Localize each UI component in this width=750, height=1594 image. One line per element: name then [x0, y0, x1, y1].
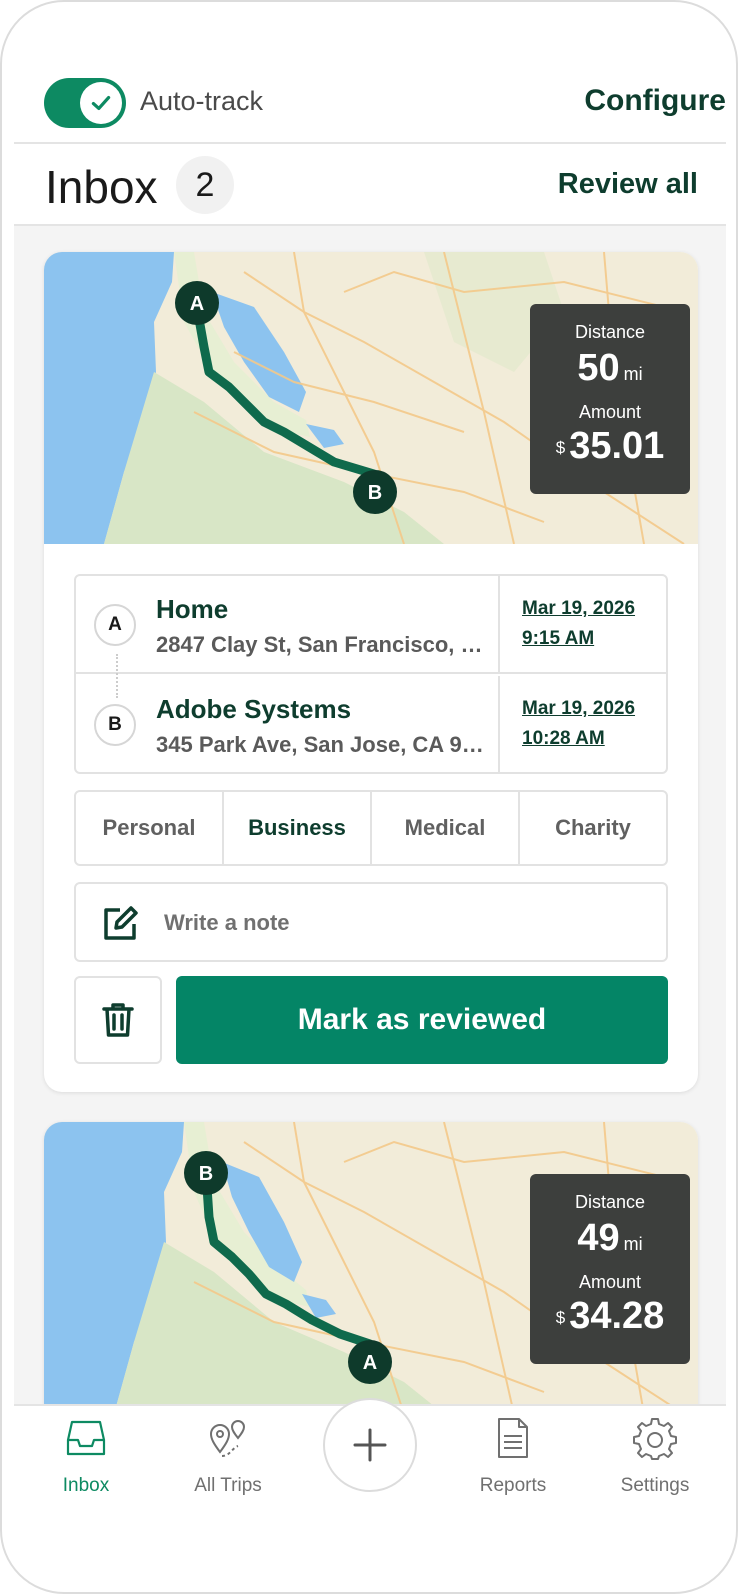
currency-symbol: $ [555, 1307, 566, 1327]
route-details: A Home 2847 Clay St, San Francisco, CA 9… [74, 574, 668, 774]
start-address: 2847 Clay St, San Francisco, CA 94115 [156, 632, 486, 657]
nav-reports-label: Reports [479, 1475, 547, 1496]
auto-track-label: Auto-track [140, 86, 264, 116]
trip-feed[interactable]: A B Distance 50 mi Amount $35.01 A Home 2… [14, 226, 726, 1404]
inbox-header: Inbox 2 Review all [14, 144, 726, 226]
distance-unit: mi [623, 1234, 643, 1254]
inbox-icon [66, 1420, 106, 1456]
nav-all-trips-label: All Trips [194, 1475, 262, 1496]
map-marker-top: B [199, 1163, 213, 1185]
distance-value: 50 mi [530, 347, 690, 390]
trash-icon [102, 1003, 134, 1037]
svg-text:B: B [368, 482, 382, 504]
start-time-link[interactable]: 9:15 AM [522, 628, 594, 650]
check-icon [91, 95, 111, 111]
route-end-row: B Adobe Systems 345 Park Ave, San Jose, … [76, 676, 666, 774]
trip-card: B A Distance 49 mi Amount $34.28 [44, 1122, 698, 1404]
nav-settings-label: Settings [620, 1475, 690, 1496]
distance-unit: mi [623, 364, 643, 384]
nav-settings[interactable]: Settings [600, 1416, 710, 1497]
plus-icon [353, 1428, 387, 1462]
app-screen: Auto-track Configure Inbox 2 Review all [14, 2, 726, 1592]
map-marker-bottom: A [363, 1352, 377, 1374]
document-icon [498, 1418, 528, 1458]
end-time-link[interactable]: 10:28 AM [522, 728, 605, 750]
end-address: 345 Park Ave, San Jose, CA 95110 [156, 732, 486, 757]
add-trip-button[interactable] [323, 1398, 417, 1492]
nav-all-trips[interactable]: All Trips [173, 1416, 283, 1497]
amount-label: Amount [578, 1272, 642, 1292]
start-marker: A [94, 604, 136, 646]
gear-icon [633, 1418, 677, 1460]
distance-value: 49 mi [530, 1217, 690, 1260]
amount-number: 34.28 [569, 1295, 665, 1337]
category-medical[interactable]: Medical [372, 792, 520, 864]
phone-frame: Auto-track Configure Inbox 2 Review all [0, 0, 738, 1594]
amount-label: Amount [578, 402, 642, 422]
trip-card: A B Distance 50 mi Amount $35.01 A Home 2… [44, 252, 698, 1092]
note-placeholder: Write a note [164, 910, 290, 935]
amount-number: 35.01 [569, 425, 665, 467]
end-place-name: Adobe Systems [156, 694, 352, 724]
start-date-link[interactable]: Mar 19, 2026 [522, 598, 635, 620]
category-business[interactable]: Business [224, 792, 372, 864]
distance-label: Distance [574, 322, 646, 342]
end-date-link[interactable]: Mar 19, 2026 [522, 698, 635, 720]
edit-note-icon [104, 906, 138, 940]
svg-text:A: A [190, 293, 204, 315]
route-start-row: A Home 2847 Clay St, San Francisco, CA 9… [76, 576, 666, 698]
inbox-count-badge: 2 [176, 156, 234, 214]
amount-value: $34.28 [530, 1295, 690, 1338]
note-field[interactable]: Write a note [74, 882, 668, 962]
distance-number: 49 [577, 1217, 620, 1259]
distance-number: 50 [577, 347, 620, 389]
start-place-name: Home [156, 594, 229, 624]
page-title: Inbox [45, 161, 158, 213]
start-datetime: Mar 19, 2026 9:15 AM [498, 576, 666, 674]
trip-stats-box: Distance 50 mi Amount $35.01 [530, 304, 690, 494]
toggle-knob [80, 82, 122, 124]
category-selector: Personal Business Medical Charity [74, 790, 668, 866]
amount-value: $35.01 [530, 425, 690, 468]
end-datetime: Mar 19, 2026 10:28 AM [498, 676, 666, 774]
trip-stats-box: Distance 49 mi Amount $34.28 [530, 1174, 690, 1364]
category-personal[interactable]: Personal [76, 792, 224, 864]
delete-trip-button[interactable] [74, 976, 162, 1064]
map-pins-icon [209, 1420, 246, 1457]
distance-label: Distance [574, 1192, 646, 1212]
top-bar: Auto-track Configure [14, 62, 726, 144]
nav-reports[interactable]: Reports [458, 1416, 568, 1497]
category-charity[interactable]: Charity [520, 792, 666, 864]
end-marker: B [94, 704, 136, 746]
currency-symbol: $ [555, 437, 566, 457]
review-all-button[interactable]: Review all [558, 168, 698, 201]
mark-reviewed-button[interactable]: Mark as reviewed [176, 976, 668, 1064]
auto-track-toggle[interactable] [44, 78, 126, 128]
bottom-nav: Inbox All Trips Reports Settings [14, 1398, 726, 1514]
nav-inbox[interactable]: Inbox [31, 1416, 141, 1497]
configure-button[interactable]: Configure [584, 84, 726, 118]
nav-inbox-label: Inbox [62, 1475, 110, 1496]
